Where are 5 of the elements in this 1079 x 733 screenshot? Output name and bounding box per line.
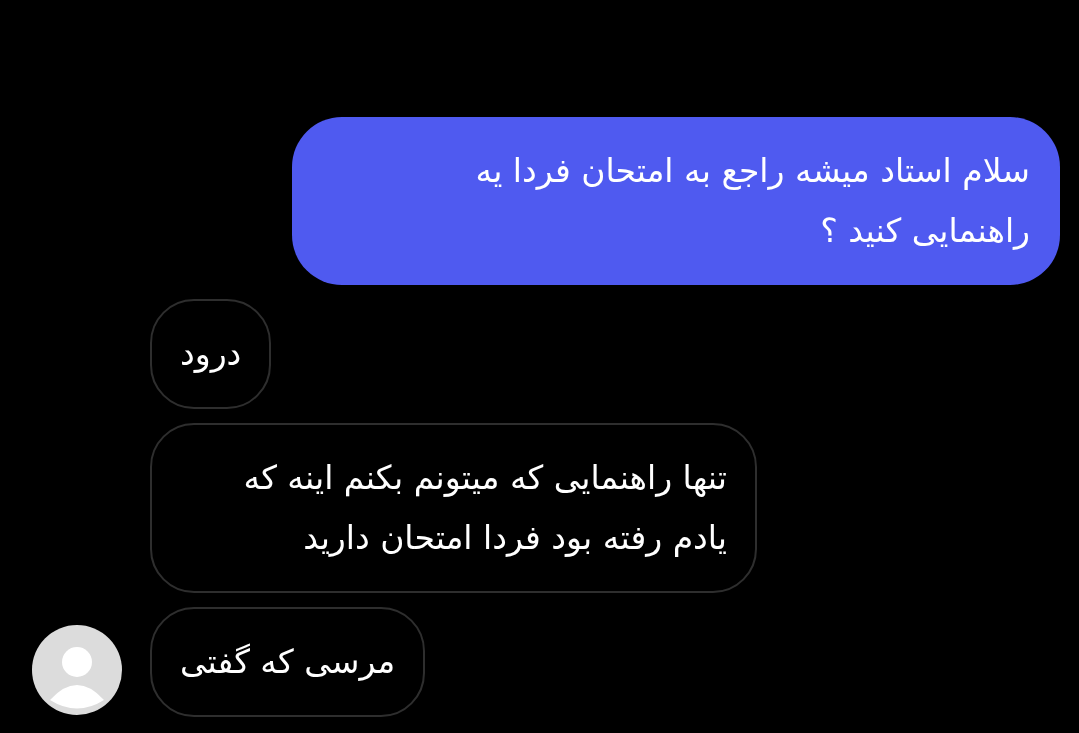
received-message: درود: [150, 299, 272, 409]
received-message: تنها راهنمایی که میتونم بکنم اینه که یادم رفته بود فردا امتحان دارید: [150, 423, 757, 593]
sent-message: سلام استاد میشه راجع به امتحان فردا یه راهنمایی کنید ؟: [292, 117, 1060, 285]
received-message: مرسی که گفتی: [150, 607, 426, 717]
avatar-icon: [32, 625, 122, 715]
